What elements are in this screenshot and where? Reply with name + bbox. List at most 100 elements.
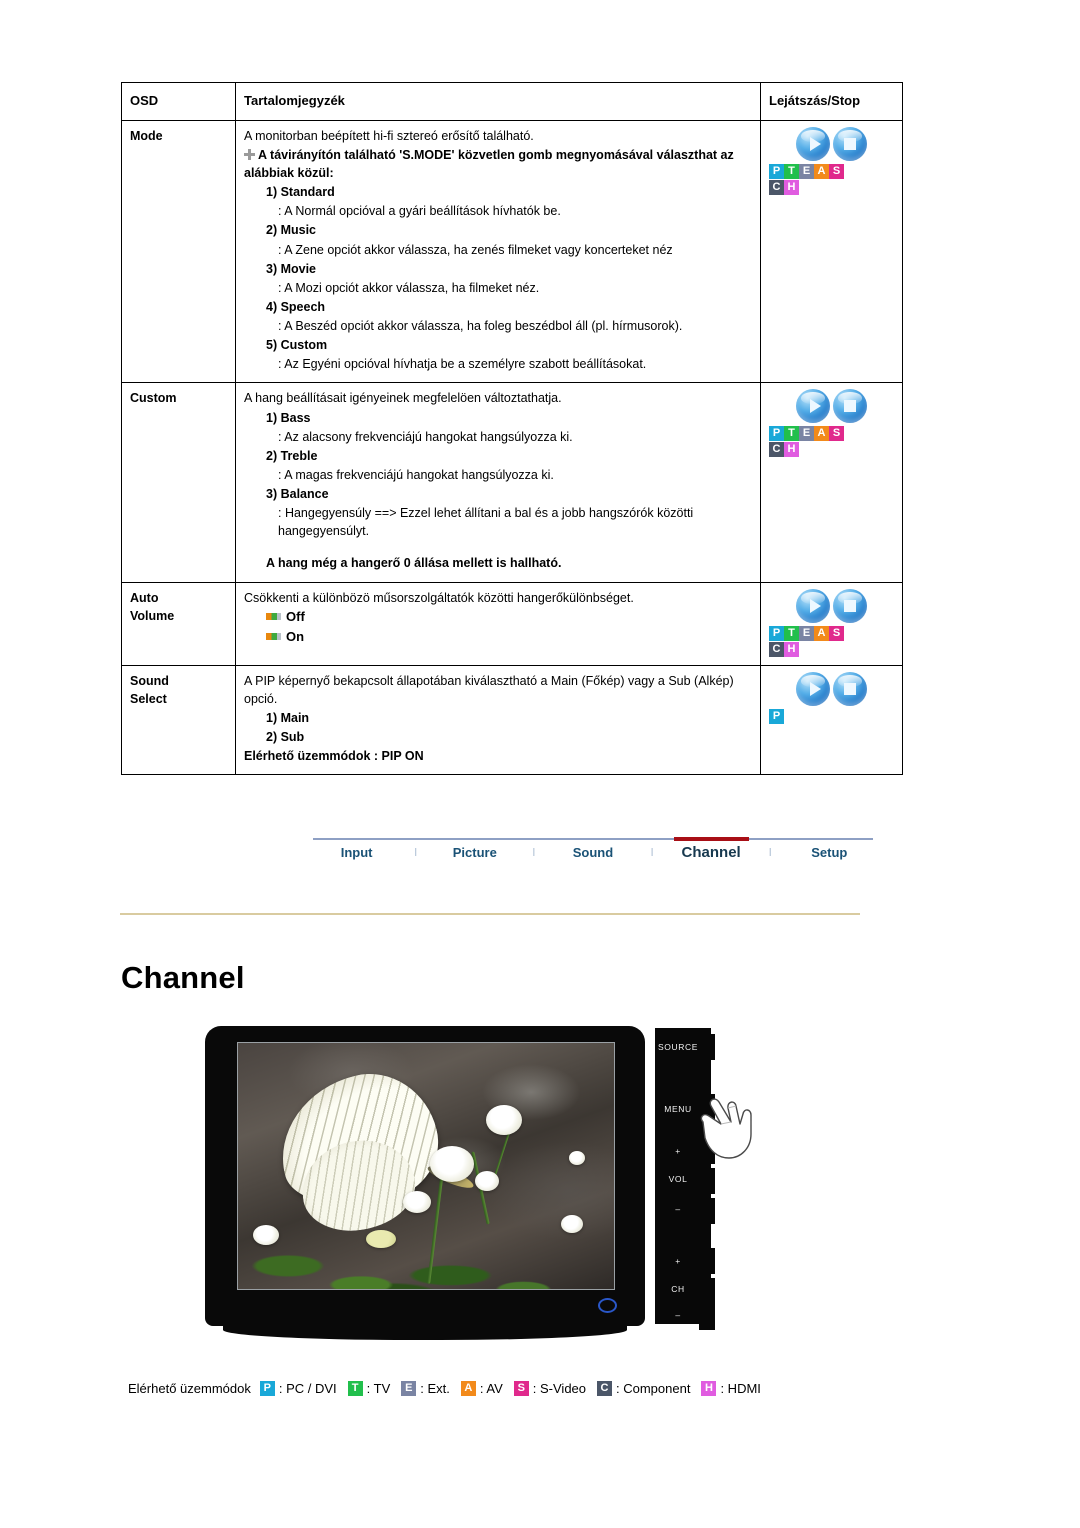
nav-tab-picture[interactable]: Picture [431,845,518,860]
monitor-button-source[interactable] [699,1034,715,1060]
play-stop-cell: PTEASCH [760,119,903,384]
option-item: 1) Standard [266,185,335,200]
option-item: 5) Custom [266,338,328,353]
monitor-button-ch[interactable] [699,1278,715,1304]
mode-badge-c: C [769,179,784,195]
legend-item-label: : S-Video [532,1381,587,1396]
monitor-button-[interactable] [699,1304,715,1330]
mode-badge-h: H [784,179,799,195]
stop-glyph-icon [844,682,856,695]
play-button-icon[interactable] [796,671,830,706]
osd-item-name: Mode [121,119,236,384]
play-glyph-icon [809,681,821,696]
play-stop-cell: PTEASCH [760,382,903,583]
stop-button-icon[interactable] [833,389,867,424]
play-button-icon[interactable] [796,389,830,424]
nav-separator: l [769,846,772,859]
legend-item-h: H: HDMI [701,1381,761,1396]
nav-separator: l [532,846,536,859]
stop-glyph-icon [844,137,856,150]
monitor-stand [223,1318,627,1340]
option-detail: : A Beszéd opciót akkor válassza, ha fol… [278,319,683,334]
stop-glyph-icon [844,599,856,612]
nav-active-indicator [673,837,749,841]
stop-glyph-icon [844,400,856,413]
monitor-button-label: SOURCE [658,1042,698,1052]
option-item: 4) Speech [266,299,326,314]
hand-pointer-icon [700,1098,752,1159]
mode-badge-e: E [799,426,814,442]
table-body: Mode A monitorban beépített hi-fi sztereó… [121,119,903,776]
description-note: A hang még a hangerő 0 állása mellett is… [266,556,562,571]
mode-badge-a: A [814,625,829,641]
play-stop-buttons [769,588,894,623]
play-glyph-icon [809,598,821,613]
osd-item-description: Csökkenti a különbözö műsorszolgáltatók … [235,581,761,666]
stop-button-icon[interactable] [833,671,867,706]
monitor-button-[interactable] [699,1198,715,1224]
available-modes-legend: Elérhető üzemmódok P: PC / DVI T: TV E: Ex… [128,1381,772,1396]
monitor-button-[interactable] [699,1248,715,1274]
nav-tab-channel[interactable]: Channel [668,844,755,861]
mode-badge-p: P [769,625,784,641]
option-detail: : A Normál opcióval a gyári beállítások … [278,204,561,219]
option-item: 2) Music [266,223,317,238]
gold-divider [120,913,860,915]
mode-badge-t: T [347,1381,363,1396]
mode-badge-e: E [799,625,814,641]
osd-item-name: Sound Select [121,664,236,776]
stop-button-icon[interactable] [833,126,867,161]
legend-item-label: : AV [479,1381,503,1396]
option-item: On [266,628,752,647]
monitor-control-panel: SOURCE MENU + VOL – + CH – [655,1028,715,1330]
table-row: Custom A hang beállításait igényeinek meg… [121,382,903,583]
mode-badge-e: E [799,163,814,179]
option-detail: : Az alacsony frekvenciájú hangokat hang… [278,429,573,444]
osd-item-name: Custom [121,382,236,583]
monitor-button-label: + [675,1146,681,1156]
nav-tab-setup[interactable]: Setup [786,845,873,860]
osd-item-description: A hang beállításait igényeinek megfelelö… [235,382,761,583]
stop-button-icon[interactable] [833,588,867,623]
monitor-button-label: – [675,1310,681,1320]
mode-badge-p: P [769,708,784,724]
play-stop-buttons [769,671,894,706]
photo-flower [403,1190,432,1213]
column-header-contents: Tartalomjegyzék [235,82,761,121]
legend-item-label: : TV [366,1381,391,1396]
mode-badges-secondary: CH [769,442,894,458]
legend-item-label: : Ext. [420,1381,450,1396]
table-row: Sound Select A PIP képernyő bekapcsolt ál… [121,664,903,776]
play-button-icon[interactable] [796,588,830,623]
table-row: Auto Volume Csökkenti a különbözö műsorsz… [121,581,903,666]
osd-item-description: A PIP képernyő bekapcsolt állapotában ki… [235,664,761,776]
play-glyph-icon [809,136,821,151]
mode-badge-s: S [829,625,844,641]
description-text: A PIP képernyő bekapcsolt állapotában ki… [244,673,734,706]
osd-settings-table: OSD Tartalomjegyzék Lejátszás/Stop Mode A… [121,82,903,776]
nav-tab-input[interactable]: Input [313,845,400,860]
osd-item-description: A monitorban beépített hi-fi sztereó erő… [235,119,761,384]
mode-badge-c: C [769,442,784,458]
option-item: 2) Treble [266,448,318,463]
mode-badges-primary: PTEAS [769,625,894,641]
monitor-button-vol[interactable] [699,1168,715,1194]
option-detail: : A Mozi opciót akkor válassza, ha filme… [278,280,540,295]
column-header-play: Lejátszás/Stop [760,82,903,121]
photo-flower [474,1170,499,1191]
play-stop-buttons [769,126,894,161]
monitor-screen [237,1042,615,1290]
play-stop-cell: P [760,664,903,776]
play-button-icon[interactable] [796,126,830,161]
nav-tab-sound[interactable]: Sound [549,845,636,860]
description-note: Elérhető üzemmódok : PIP ON [244,749,424,764]
legend-item-label: : HDMI [720,1381,761,1396]
description-note: A távirányítón található 'S.MODE' közvet… [244,146,752,182]
monitor-button-label: – [675,1204,681,1214]
photo-flower [486,1104,523,1135]
mode-badge-s: S [829,426,844,442]
legend-item-label: : PC / DVI [278,1381,337,1396]
play-glyph-icon [809,399,821,414]
description-text: A monitorban beépített hi-fi sztereó erő… [244,128,534,143]
